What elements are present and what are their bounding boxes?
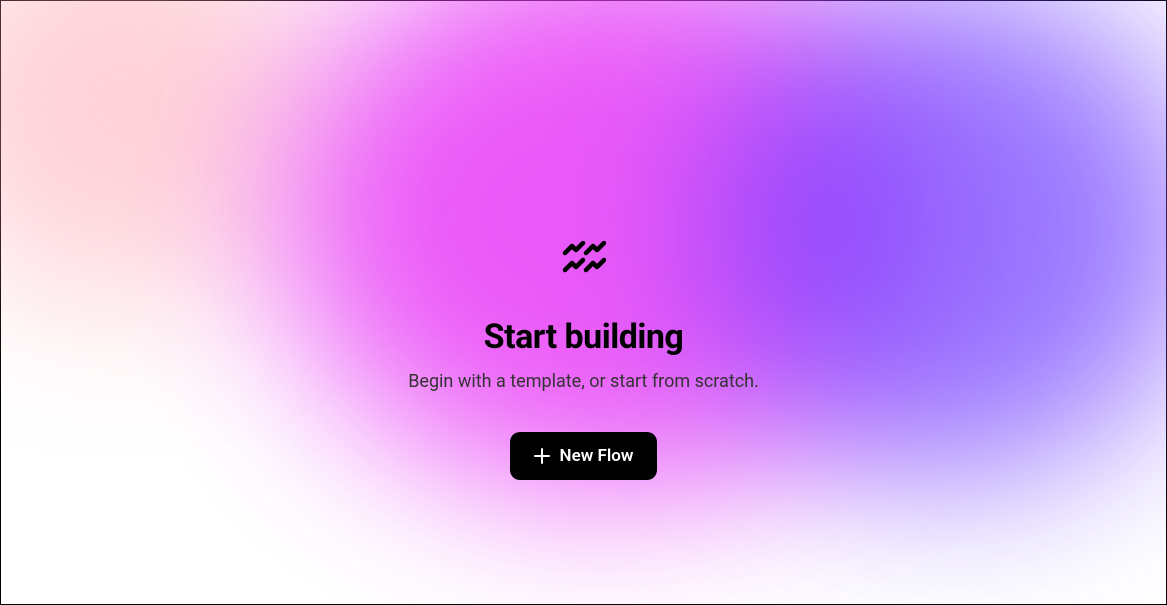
flow-logo-icon [562, 241, 606, 277]
new-flow-button[interactable]: New Flow [510, 432, 658, 480]
new-flow-button-label: New Flow [560, 446, 634, 466]
plus-icon [534, 448, 550, 464]
page-subtitle: Begin with a template, or start from scr… [408, 371, 759, 392]
page-title: Start building [484, 317, 684, 357]
hero-content: Start building Begin with a template, or… [1, 1, 1166, 604]
